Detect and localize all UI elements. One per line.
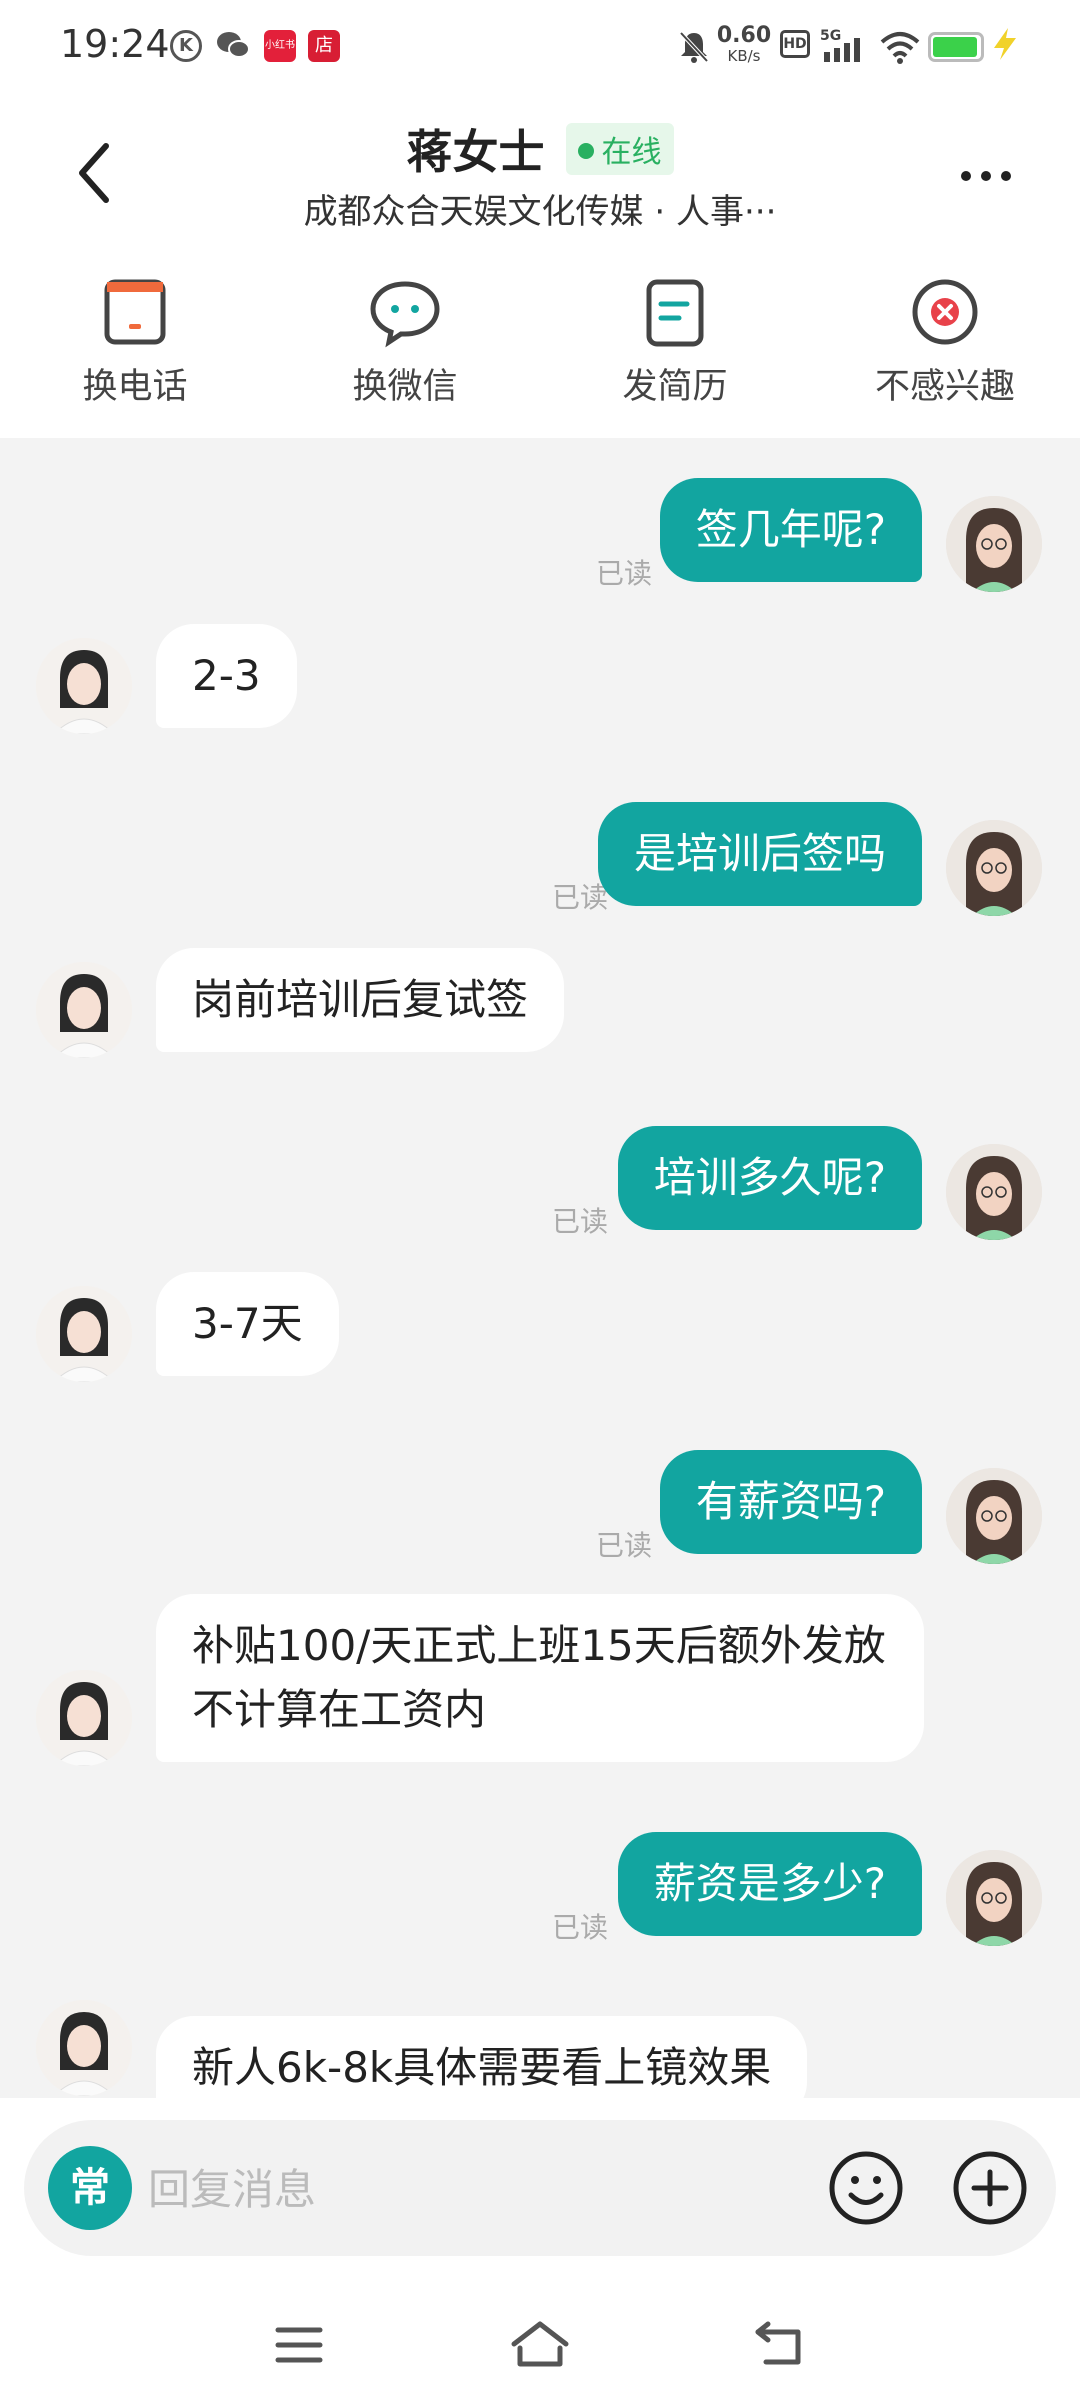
exchange-phone-button[interactable]: 换电话 xyxy=(35,276,235,409)
woman-avatar-icon xyxy=(36,2000,132,2096)
woman-avatar-icon xyxy=(36,1286,132,1382)
online-status-badge: 在线 xyxy=(565,123,674,175)
more-options-icon[interactable] xyxy=(958,168,1014,184)
contact-name: 蒋女士 xyxy=(406,125,545,179)
message-bubble-incoming[interactable]: 新人6k-8k具体需要看上镜效果 xyxy=(156,2016,808,2098)
title-row: 蒋女士 在线 xyxy=(0,116,1080,182)
home-icon[interactable] xyxy=(508,2318,572,2370)
speed-value: 0.60 xyxy=(716,23,772,48)
hd-icon: HD xyxy=(780,30,810,58)
message-bubble-incoming[interactable]: 岗前培训后复试签 xyxy=(156,948,565,1052)
action-label: 不感兴趣 xyxy=(874,367,1015,407)
quick-actions: 换电话 换微信 发简历 不感兴趣 xyxy=(0,266,1080,438)
my-avatar[interactable] xyxy=(946,1850,1042,1946)
girl-avatar-icon xyxy=(946,1850,1042,1946)
signal-5g-icon: 5G xyxy=(820,28,860,62)
not-interested-button[interactable]: 不感兴趣 xyxy=(845,276,1045,409)
message-row-incoming: 2-3 xyxy=(0,618,1080,738)
message-bubble-incoming[interactable]: 2-3 xyxy=(156,624,297,728)
girl-avatar-icon xyxy=(946,496,1042,592)
contact-avatar[interactable] xyxy=(36,638,132,734)
contact-avatar[interactable] xyxy=(36,962,132,1058)
woman-avatar-icon xyxy=(36,638,132,734)
network-speed: 0.60 KB/s xyxy=(716,23,772,66)
plus-icon[interactable] xyxy=(950,2148,1030,2228)
company-subtitle[interactable]: 成都众合天娱文化传媒 · 人事··· xyxy=(0,184,1080,233)
action-label: 换电话 xyxy=(82,367,188,407)
emoji-icon[interactable] xyxy=(826,2148,906,2228)
message-row-incoming: 新人6k-8k具体需要看上镜效果 xyxy=(0,1972,1080,2098)
my-avatar[interactable] xyxy=(946,820,1042,916)
read-receipt: 已读 xyxy=(595,557,652,590)
speed-unit: KB/s xyxy=(727,47,761,65)
message-row-outgoing: 已读 培训多久呢? xyxy=(0,1106,1080,1240)
message-row-outgoing: 已读 签几年呢? xyxy=(0,458,1080,592)
contact-avatar[interactable] xyxy=(36,1670,132,1766)
nav-back-icon[interactable] xyxy=(752,2318,808,2370)
message-bubble-outgoing[interactable]: 培训多久呢? xyxy=(617,1126,922,1230)
message-bubble-outgoing[interactable]: 是培训后签吗 xyxy=(597,802,922,906)
read-receipt: 已读 xyxy=(551,1911,608,1944)
message-row-outgoing: 已读 有薪资吗? xyxy=(0,1430,1080,1564)
mute-bell-icon xyxy=(679,31,709,63)
read-receipt: 已读 xyxy=(595,1529,652,1562)
online-dot-icon xyxy=(577,142,594,159)
message-row-incoming: 岗前培训后复试签 xyxy=(0,942,1080,1062)
message-bubble-incoming[interactable]: 3-7天 xyxy=(156,1272,339,1376)
message-bubble-outgoing[interactable]: 签几年呢? xyxy=(659,478,922,582)
girl-avatar-icon xyxy=(946,820,1042,916)
xiaohongshu-icon: 小红书 xyxy=(264,30,296,62)
message-row-incoming: 补贴100/天正式上班15天后额外发放不计算在工资内 xyxy=(0,1590,1080,1780)
message-list[interactable]: 已读 签几年呢? 2-3 已读 是培训后签吗 岗前培训后复试签 已读 培训多久呢… xyxy=(0,438,1080,2098)
message-bubble-incoming[interactable]: 补贴100/天正式上班15天后额外发放不计算在工资内 xyxy=(156,1594,924,1762)
my-avatar[interactable] xyxy=(946,1468,1042,1564)
system-nav-bar xyxy=(0,2288,1080,2404)
exchange-wechat-button[interactable]: 换微信 xyxy=(305,276,505,409)
my-avatar[interactable] xyxy=(946,496,1042,592)
chat-header: 蒋女士 在线 成都众合天娱文化传媒 · 人事··· xyxy=(0,96,1080,266)
input-pill: 常 xyxy=(24,2120,1056,2256)
menu-icon[interactable] xyxy=(274,2324,324,2366)
girl-avatar-icon xyxy=(946,1144,1042,1240)
phone-card-icon xyxy=(104,279,166,345)
chat-bubble-icon xyxy=(370,281,440,348)
message-input-bar: 常 xyxy=(0,2098,1080,2288)
charging-bolt-icon xyxy=(994,28,1016,60)
action-label: 发简历 xyxy=(622,367,728,407)
wifi-icon xyxy=(880,32,920,64)
message-bubble-outgoing[interactable]: 薪资是多少? xyxy=(617,1832,922,1936)
read-receipt: 已读 xyxy=(551,1205,608,1238)
wechat-icon xyxy=(217,32,250,58)
contact-avatar[interactable] xyxy=(36,2000,132,2096)
network-label: 5G xyxy=(820,28,841,44)
reply-input[interactable] xyxy=(148,2154,708,2224)
close-circle-icon xyxy=(912,279,978,345)
woman-avatar-icon xyxy=(36,1670,132,1766)
my-avatar[interactable] xyxy=(946,1144,1042,1240)
message-row-outgoing: 已读 是培训后签吗 xyxy=(0,782,1080,916)
status-bar: 19:24 K 小红书 店 0.60 KB/s HD 5G xyxy=(0,0,1080,96)
send-resume-button[interactable]: 发简历 xyxy=(575,276,775,409)
common-phrases-button[interactable]: 常 xyxy=(48,2146,132,2230)
shop-icon: 店 xyxy=(308,30,340,62)
contact-avatar[interactable] xyxy=(36,1286,132,1382)
action-label: 换微信 xyxy=(352,367,458,407)
message-row-incoming: 3-7天 xyxy=(0,1266,1080,1386)
status-time: 19:24 xyxy=(60,22,170,66)
girl-avatar-icon xyxy=(946,1468,1042,1564)
battery-icon xyxy=(928,32,984,62)
message-bubble-outgoing[interactable]: 有薪资吗? xyxy=(659,1450,922,1554)
message-row-outgoing: 已读 薪资是多少? xyxy=(0,1812,1080,1946)
read-receipt: 已读 xyxy=(551,881,608,914)
woman-avatar-icon xyxy=(36,962,132,1058)
k-app-icon: K xyxy=(170,30,202,62)
online-status-text: 在线 xyxy=(601,135,662,170)
resume-icon xyxy=(646,279,704,347)
